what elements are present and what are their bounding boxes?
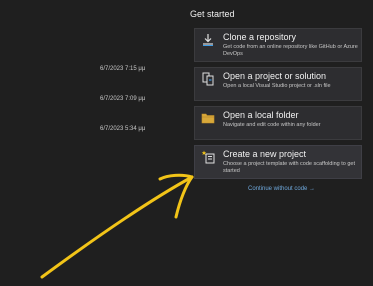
card-title: Create a new project xyxy=(223,149,307,159)
get-started-heading: Get started xyxy=(190,9,235,19)
card-description: Navigate and edit code within any folder xyxy=(223,122,321,128)
new-project-icon xyxy=(201,150,215,164)
card-title: Clone a repository xyxy=(223,32,297,42)
card-description: Open a local Visual Studio project or .s… xyxy=(223,83,331,89)
folder-icon xyxy=(201,113,215,124)
recent-item-date[interactable]: 6/7/2023 5:34 μμ xyxy=(100,126,145,132)
recent-item-date[interactable]: 6/7/2023 7:15 μμ xyxy=(100,66,145,72)
card-description: Get code from an online repository like … xyxy=(223,44,358,57)
open-project-icon xyxy=(202,72,214,86)
card-title: Open a local folder xyxy=(223,110,299,120)
clone-icon xyxy=(203,34,213,46)
card-title: Open a project or solution xyxy=(223,71,327,81)
continue-without-code-link[interactable]: Continue without code → xyxy=(248,186,315,192)
recent-item-date[interactable]: 6/7/2023 7:09 μμ xyxy=(100,96,145,102)
clone-repository-button[interactable]: Clone a repository Get code from an onli… xyxy=(194,28,362,62)
card-description: Choose a project template with code scaf… xyxy=(223,161,355,174)
open-project-button[interactable]: Open a project or solution Open a local … xyxy=(194,67,362,101)
open-folder-button[interactable]: Open a local folder Navigate and edit co… xyxy=(194,106,362,140)
create-new-project-button[interactable]: Create a new project Choose a project te… xyxy=(194,145,362,179)
